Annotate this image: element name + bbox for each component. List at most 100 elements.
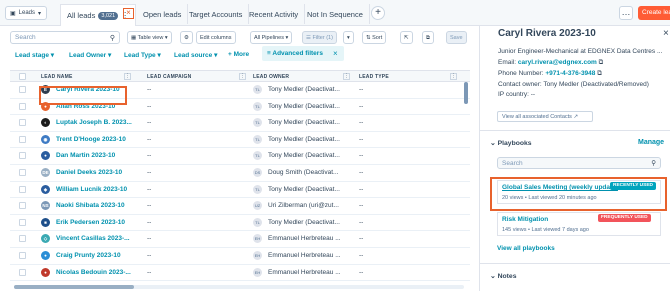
- more-actions-button[interactable]: …: [619, 6, 633, 20]
- lead-stage-filter[interactable]: Lead stage ▾: [15, 51, 54, 59]
- row-checkbox[interactable]: [19, 86, 26, 93]
- lead-name-link[interactable]: Erik Pedersen 2023-10: [56, 219, 125, 226]
- tab-not-in-sequence[interactable]: Not In Sequence: [301, 4, 370, 24]
- notes-heading: Notes: [497, 273, 517, 280]
- pipelines-select[interactable]: All Pipelines ▾: [250, 31, 293, 44]
- email-link[interactable]: caryl.rivera@edgnex.com: [518, 59, 597, 66]
- settings-icon[interactable]: ⚙: [180, 31, 193, 44]
- job-title: Junior Engineer-Mechanical at EDGNEX Dat…: [498, 48, 663, 55]
- table-row[interactable]: DE Daniel Deeks 2023-10 -- DS Doug Smith (De…: [10, 165, 470, 182]
- lead-type-cell: --: [359, 86, 364, 93]
- column-menu-icon[interactable]: ⋮: [239, 73, 246, 80]
- lead-owner-cell: Tony Medler (Deactivat...: [268, 102, 340, 110]
- lead-name-link[interactable]: Luptak Joseph B. 2023...: [56, 119, 132, 126]
- row-checkbox[interactable]: [19, 169, 26, 176]
- export-icon[interactable]: ⇱: [400, 31, 413, 44]
- edit-columns-button[interactable]: Edit columns: [196, 31, 236, 44]
- add-tab-button[interactable]: +: [371, 6, 385, 20]
- object-selector[interactable]: ▣ Leads ▾: [5, 6, 47, 20]
- row-checkbox[interactable]: [19, 152, 26, 160]
- column-menu-icon[interactable]: ⋮: [343, 73, 350, 80]
- playbook-highlight: [490, 177, 667, 211]
- lead-campaign-cell: --: [147, 218, 152, 226]
- filter-button[interactable]: ☰ Filter (1): [302, 31, 337, 44]
- row-checkbox[interactable]: [19, 235, 26, 243]
- advanced-filters-button[interactable]: ≡ Advanced filters: [262, 46, 344, 61]
- table-row[interactable]: ● Nicolas Bedouin 2023-... -- EH Emmanuel He…: [10, 265, 470, 282]
- select-all-checkbox[interactable]: [19, 73, 26, 80]
- copy-icon[interactable]: ⧉: [422, 31, 434, 44]
- table-row[interactable]: ◇ Vincent Casillas 2023-... -- EH Emmanuel H…: [10, 231, 470, 248]
- table-row[interactable]: ◐ Luptak Joseph B. 2023... -- TL Tony Medler…: [10, 115, 470, 132]
- lead-owner-cell: Tony Medler (Deactivat...: [268, 135, 340, 143]
- vertical-scrollbar[interactable]: [464, 82, 468, 104]
- row-checkbox[interactable]: [19, 218, 26, 226]
- column-header-lead-name[interactable]: LEAD NAME: [41, 74, 73, 80]
- lead-name-link[interactable]: Dan Martin 2023-10: [56, 152, 115, 159]
- lead-name-link[interactable]: Trent D'Hooge 2023-10: [56, 136, 126, 143]
- close-icon[interactable]: ×: [663, 28, 669, 39]
- lead-name-link[interactable]: Vincent Casillas 2023-...: [56, 235, 130, 242]
- table-row[interactable]: NS Naoki Shibata 2023-10 -- UZ Uri Zilberman…: [10, 198, 470, 215]
- save-view-button[interactable]: Save: [446, 31, 467, 44]
- filter-dropdown-icon[interactable]: ▾: [343, 31, 354, 44]
- view-contacts-button[interactable]: View all associated Contacts ↗: [497, 111, 593, 122]
- tab-recent-activity[interactable]: Recent Activity: [243, 4, 306, 24]
- column-menu-icon[interactable]: ⋮: [450, 73, 457, 80]
- notes-section-header[interactable]: ⌄ Notes: [490, 272, 516, 280]
- row-checkbox[interactable]: [19, 135, 26, 143]
- create-lead-button[interactable]: Create lea: [638, 6, 670, 20]
- lead-name-link[interactable]: Daniel Deeks 2023-10: [56, 169, 122, 176]
- copy-icon[interactable]: ⧉: [597, 70, 602, 77]
- owner-avatar: TL: [253, 217, 262, 227]
- column-menu-icon[interactable]: ⋮: [124, 73, 131, 80]
- tab-open-leads[interactable]: Open leads: [137, 4, 189, 24]
- row-checkbox[interactable]: [19, 185, 26, 193]
- manage-playbooks-link[interactable]: Manage: [638, 139, 664, 146]
- row-checkbox[interactable]: [19, 119, 26, 127]
- owner-avatar: DS: [253, 168, 262, 177]
- tab-label: Open leads: [143, 9, 182, 19]
- row-checkbox[interactable]: [19, 252, 26, 259]
- copy-icon[interactable]: ⧉: [599, 59, 604, 66]
- playbook-title[interactable]: Risk Mitigation: [502, 216, 548, 223]
- company-logo-icon: ◇: [41, 234, 50, 244]
- column-header-lead-type[interactable]: LEAD TYPE: [359, 74, 389, 80]
- table-row[interactable]: ● Dan Martin 2023-10 -- TL Tony Medler (Deac…: [10, 148, 470, 165]
- playbook-search-input[interactable]: Search ⚲: [497, 157, 661, 169]
- lead-name-link[interactable]: Craig Prunty 2023-10: [56, 252, 121, 259]
- lead-owner-cell: Emmanuel Herbreteau ...: [268, 252, 341, 259]
- owner-avatar: TL: [253, 151, 262, 161]
- tab-target-accounts[interactable]: Target Accounts: [183, 4, 250, 24]
- tab-label: Not In Sequence: [307, 9, 363, 19]
- table-view-button[interactable]: ▦ Table view ▾: [127, 31, 172, 44]
- search-input[interactable]: Search ⚲: [10, 31, 120, 44]
- lead-name-link[interactable]: Naoki Shibata 2023-10: [56, 202, 125, 209]
- lead-name-link[interactable]: William Lucnik 2023-10: [56, 186, 127, 193]
- lead-campaign-cell: --: [147, 252, 152, 259]
- owner-avatar: EH: [253, 267, 262, 277]
- close-tab-icon[interactable]: ×: [123, 8, 134, 19]
- lead-campaign-cell: --: [147, 86, 152, 93]
- column-header-lead-owner[interactable]: LEAD OWNER: [253, 74, 289, 80]
- sort-button[interactable]: ⇅ Sort: [362, 31, 387, 44]
- row-checkbox[interactable]: [19, 202, 26, 210]
- playbooks-section-header[interactable]: ⌄ Playbooks: [490, 139, 532, 147]
- playbook-item[interactable]: Risk Mitigation 145 views • Last viewed …: [497, 212, 661, 236]
- table-row[interactable]: ◈ William Lucnik 2023-10 -- TL Tony Medler (…: [10, 182, 470, 199]
- view-all-playbooks-link[interactable]: View all playbooks: [497, 245, 555, 252]
- row-checkbox[interactable]: [19, 102, 26, 110]
- lead-owner-filter[interactable]: Lead Owner ▾: [69, 51, 111, 59]
- horizontal-scrollbar-thumb[interactable]: [14, 285, 134, 289]
- lead-name-link[interactable]: Nicolas Bedouin 2023-...: [56, 269, 131, 276]
- row-checkbox[interactable]: [19, 268, 26, 276]
- lead-source-filter[interactable]: Lead source ▾: [174, 51, 217, 59]
- more-filters-button[interactable]: + More: [228, 51, 249, 58]
- phone-link[interactable]: +971-4-376-3948: [545, 70, 595, 77]
- clear-filters-icon[interactable]: ×: [333, 49, 338, 58]
- column-header-lead-campaign[interactable]: LEAD CAMPAIGN: [147, 74, 191, 80]
- table-row[interactable]: ■ Erik Pedersen 2023-10 -- TL Tony Medler (D…: [10, 215, 470, 232]
- table-row[interactable]: ◉ Trent D'Hooge 2023-10 -- TL Tony Medler (D…: [10, 132, 470, 149]
- table-row[interactable]: ● Craig Prunty 2023-10 -- EH Emmanuel Herbre…: [10, 248, 470, 265]
- lead-type-filter[interactable]: Lead Type ▾: [124, 51, 161, 59]
